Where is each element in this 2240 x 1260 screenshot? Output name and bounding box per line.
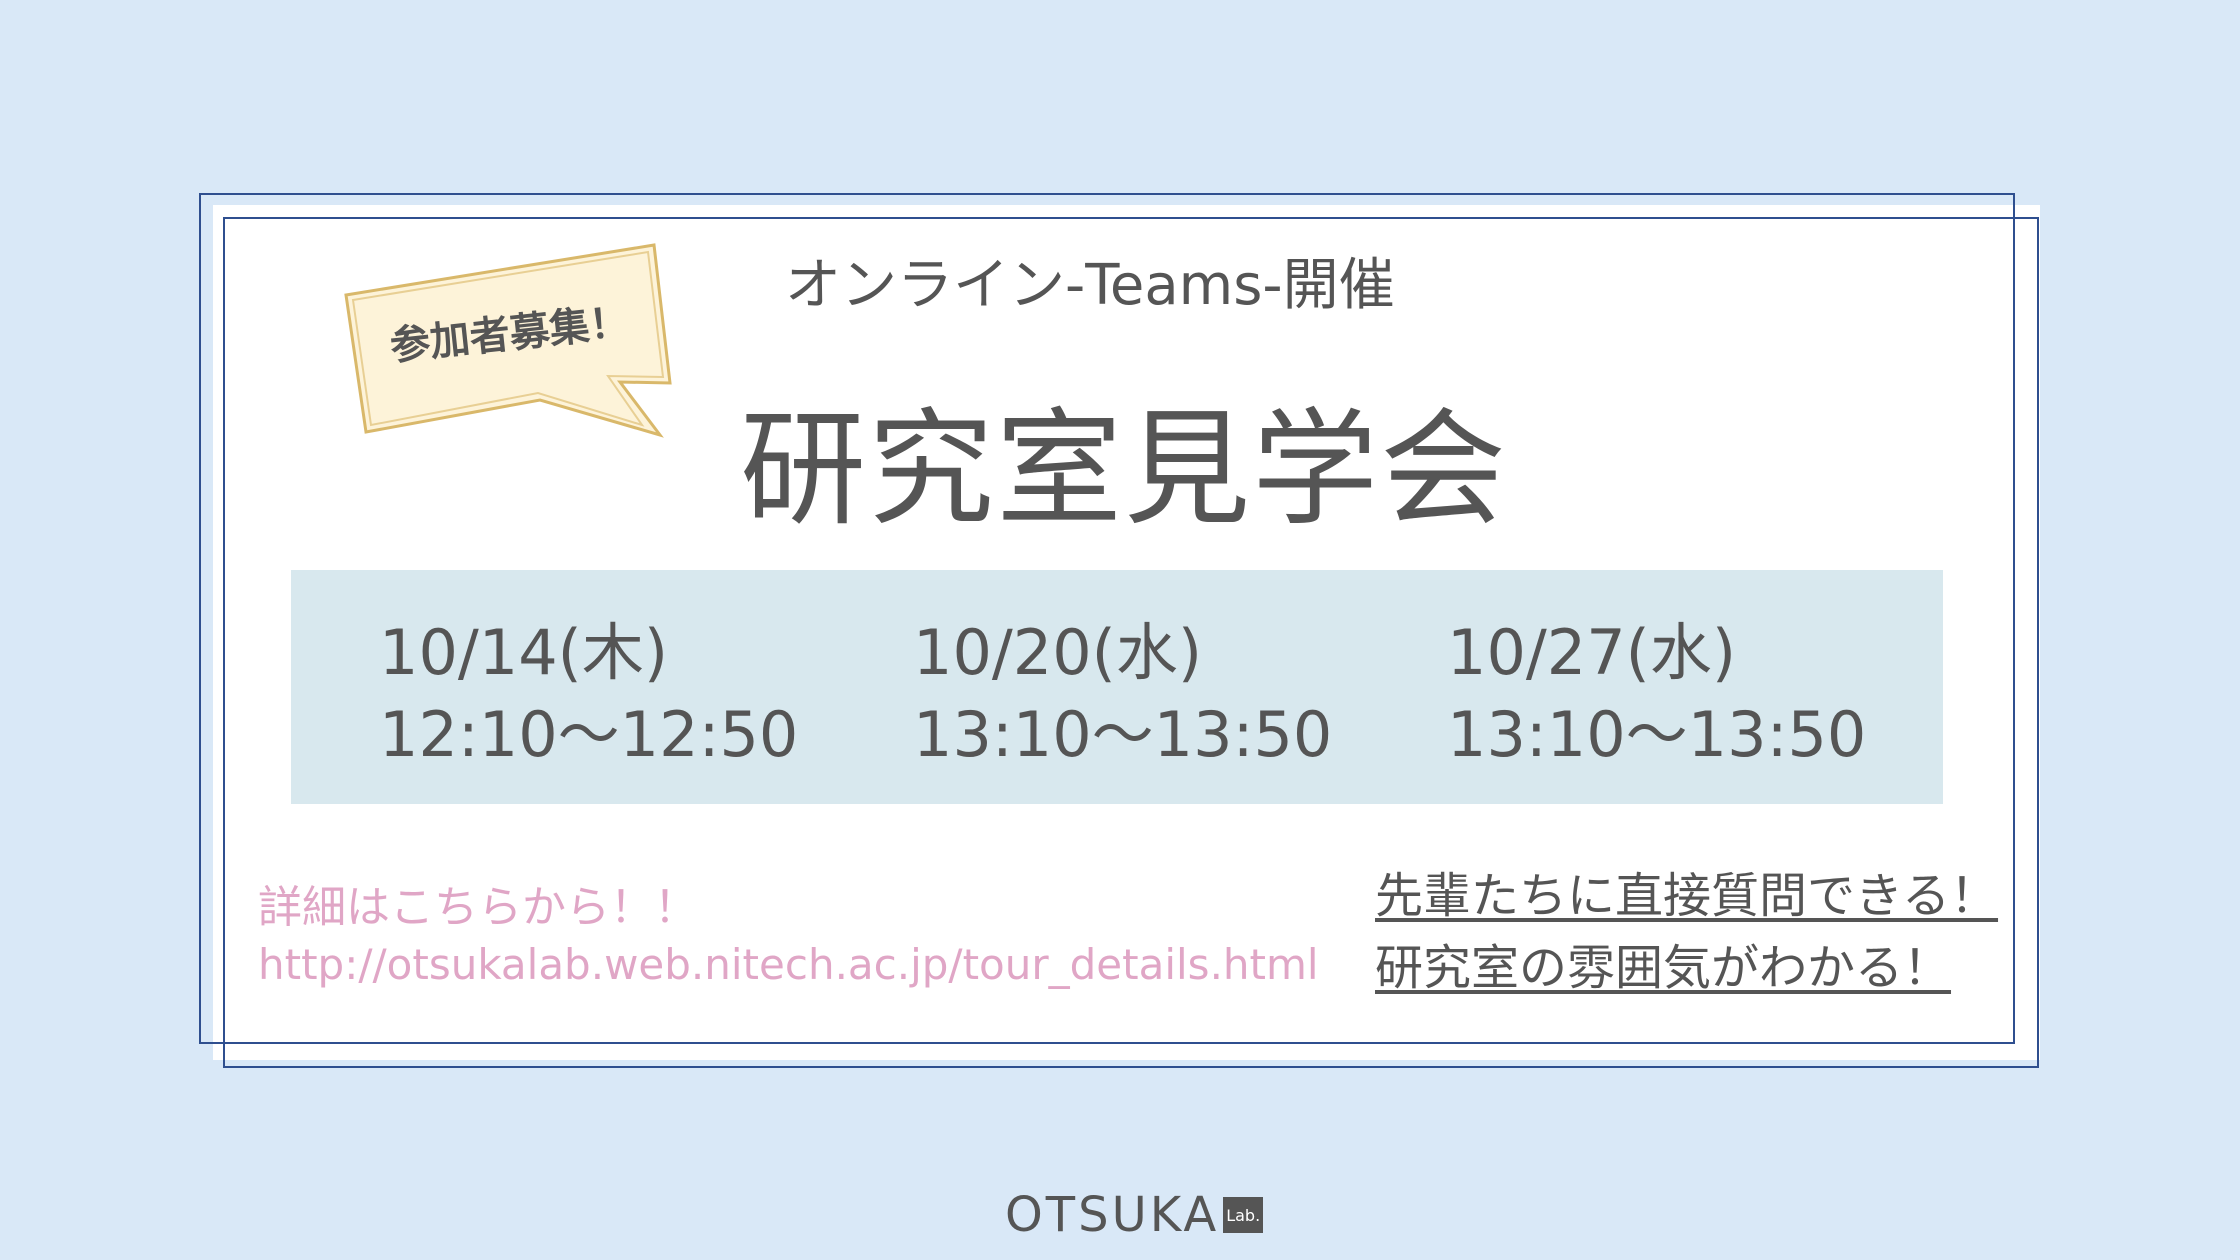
slot-date: 10/20(水): [913, 616, 1203, 689]
details-section: 詳細はこちらから！！ http://otsukalab.web.nitech.a…: [258, 880, 1319, 994]
schedule-slot: 10/20(水) 13:10〜13:50: [913, 612, 1332, 776]
slot-time: 13:10〜13:50: [1447, 698, 1867, 771]
slot-date: 10/27(水): [1447, 616, 1737, 689]
slot-time: 12:10〜12:50: [379, 698, 799, 771]
logo-wordmark: OTSUKA: [1005, 1187, 1220, 1243]
slot-date: 10/14(木): [379, 616, 669, 689]
recruit-badge: 参加者募集！: [340, 240, 680, 440]
logo-lab-tag: Lab.: [1223, 1197, 1264, 1233]
event-title: 研究室見学会: [740, 396, 1508, 543]
details-lead: 詳細はこちらから！！: [258, 882, 698, 933]
schedule-panel: 10/14(木) 12:10〜12:50 10/20(水) 13:10〜13:5…: [291, 570, 1943, 804]
benefit-points: 先輩たちに直接質問できる！ 研究室の雰囲気がわかる！: [1375, 860, 1998, 1004]
schedule-slot: 10/14(木) 12:10〜12:50: [379, 612, 798, 776]
otsuka-lab-logo: OTSUKA Lab.: [1005, 1187, 1264, 1243]
details-url-link[interactable]: http://otsukalab.web.nitech.ac.jp/tour_d…: [258, 936, 1319, 994]
slot-time: 13:10〜13:50: [913, 698, 1333, 771]
benefit-point: 先輩たちに直接質問できる！: [1375, 868, 1999, 924]
event-subtitle: オンライン-Teams-開催: [785, 253, 1395, 318]
schedule-slot: 10/27(水) 13:10〜13:50: [1447, 612, 1866, 776]
benefit-point: 研究室の雰囲気がわかる！: [1375, 940, 1952, 996]
